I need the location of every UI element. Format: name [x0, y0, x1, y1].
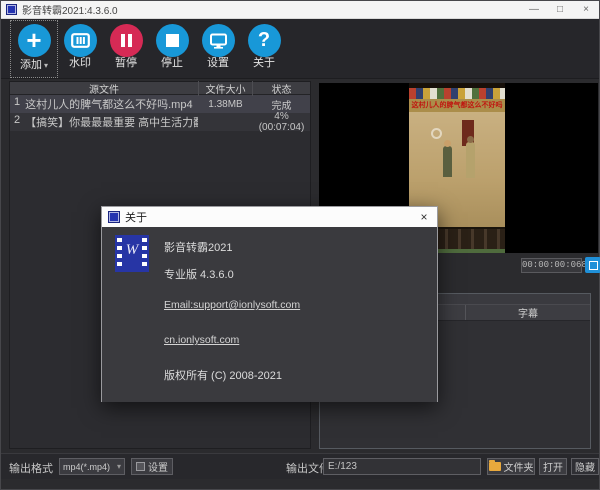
- app-logo: W: [115, 235, 149, 272]
- add-label-row: 添加 ▾: [20, 59, 48, 72]
- about-button[interactable]: ? 关于: [241, 21, 287, 77]
- row-name: 这村儿人的脾气都这么不好吗.mp4: [25, 96, 192, 112]
- watermark-button[interactable]: 水印: [57, 21, 103, 77]
- format-value: mp4(*.mp4): [63, 462, 110, 472]
- about-dialog: 关于 × W 影音转霸2021 专业版 4.3.6.0 Email:suppor…: [101, 206, 438, 402]
- dialog-title: 关于: [125, 209, 147, 225]
- add-label: 添加: [20, 59, 42, 72]
- film-icon: [64, 24, 97, 57]
- file-status-cell: 4% (00:07:04): [253, 111, 310, 133]
- bottom-bar: 输出格式 mp4(*.mp4) ▾ 设置 输出文件夹 文件夹 打开 隐藏: [1, 453, 599, 479]
- output-format-label: 输出格式: [9, 460, 53, 476]
- dialog-body: W 影音转霸2021 专业版 4.3.6.0 Email:support@ion…: [102, 227, 437, 402]
- app-window: 影音转霸2021:4.3.6.0 — □ × + 添加 ▾: [0, 0, 600, 490]
- snapshot-button[interactable]: [585, 257, 600, 273]
- about-app-name: 影音转霸2021: [164, 239, 232, 255]
- settings-button[interactable]: 设置: [195, 21, 241, 77]
- dialog-app-icon: [108, 211, 120, 223]
- column-source: 源文件: [10, 81, 198, 96]
- file-list-header: 源文件 文件大小 状态: [10, 82, 310, 95]
- column-size: 文件大小: [198, 81, 253, 96]
- about-label: 关于: [253, 57, 275, 70]
- about-copyright: 版权所有 (C) 2008-2021: [164, 367, 282, 383]
- open-button[interactable]: 打开: [539, 458, 567, 475]
- question-glyph: ?: [258, 29, 270, 52]
- maximize-button[interactable]: □: [547, 1, 573, 18]
- dialog-close-icon[interactable]: ×: [411, 207, 437, 227]
- browse-folder-button[interactable]: 文件夹: [487, 458, 535, 475]
- monitor-icon: [202, 24, 235, 57]
- hide-button[interactable]: 隐藏: [571, 458, 599, 475]
- format-select[interactable]: mp4(*.mp4) ▾: [59, 458, 125, 475]
- table-row[interactable]: 2 【搞笑】你最最最重要 高中生活力翻跳 - 521快乐好... 4% (00:…: [10, 113, 310, 131]
- video-overlay-text: 这村儿人的脾气都这么不好吗: [409, 99, 505, 112]
- thumb-flags-strip: [409, 88, 505, 99]
- row-index: 1: [14, 96, 20, 112]
- pause-label: 暂停: [115, 57, 137, 70]
- row-name: 【搞笑】你最最最重要 高中生活力翻跳 - 521快乐好...: [25, 114, 198, 130]
- file-name-cell: 1 这村儿人的脾气都这么不好吗.mp4: [10, 96, 198, 112]
- minimize-button[interactable]: —: [521, 1, 547, 18]
- settings-label: 设置: [207, 57, 229, 70]
- stop-icon: [156, 24, 189, 57]
- folder-icon: [489, 462, 501, 471]
- question-icon: ?: [248, 24, 281, 57]
- window-controls: — □ ×: [521, 1, 599, 18]
- format-settings-label: 设置: [148, 459, 168, 474]
- browse-folder-label: 文件夹: [504, 459, 534, 474]
- output-folder-input[interactable]: [323, 458, 481, 475]
- thumb-person: [466, 142, 475, 178]
- thumb-emblem: [431, 128, 442, 139]
- dialog-title-bar: 关于 ×: [102, 207, 437, 227]
- settings-mini-icon: [136, 462, 145, 471]
- stop-label: 停止: [161, 57, 183, 70]
- column-status: 状态: [253, 81, 310, 96]
- chevron-down-icon[interactable]: ▾: [44, 61, 48, 70]
- toolbar: + 添加 ▾ 水印 暂停: [1, 19, 599, 79]
- playback-time: 00:00:00:068: [521, 258, 582, 273]
- plus-icon: +: [18, 24, 51, 57]
- about-website-link[interactable]: cn.ionlysoft.com: [164, 334, 239, 346]
- row-index: 2: [14, 114, 20, 130]
- file-name-cell: 2 【搞笑】你最最最重要 高中生活力翻跳 - 521快乐好...: [10, 114, 198, 130]
- format-settings-button[interactable]: 设置: [131, 458, 173, 475]
- window-title: 影音转霸2021:4.3.6.0: [22, 2, 118, 17]
- add-button[interactable]: + 添加 ▾: [11, 21, 57, 77]
- plus-glyph: +: [26, 27, 41, 53]
- close-button[interactable]: ×: [573, 1, 599, 18]
- thumb-person: [443, 146, 452, 177]
- pause-button[interactable]: 暂停: [103, 21, 149, 77]
- logo-letter: W: [115, 242, 149, 259]
- file-size-cell: 1.38MB: [198, 99, 253, 110]
- chevron-down-icon: ▾: [117, 462, 121, 471]
- title-bar: 影音转霸2021:4.3.6.0 — □ ×: [1, 1, 599, 19]
- file-status-cell: 完成: [253, 97, 310, 112]
- pause-icon: [110, 24, 143, 57]
- subtitle-column-header: 字幕: [466, 305, 590, 320]
- about-edition: 专业版 4.3.6.0: [164, 266, 234, 282]
- app-icon: [6, 4, 17, 15]
- about-email-link[interactable]: Email:support@ionlysoft.com: [164, 299, 300, 311]
- stop-button[interactable]: 停止: [149, 21, 195, 77]
- watermark-label: 水印: [69, 57, 91, 70]
